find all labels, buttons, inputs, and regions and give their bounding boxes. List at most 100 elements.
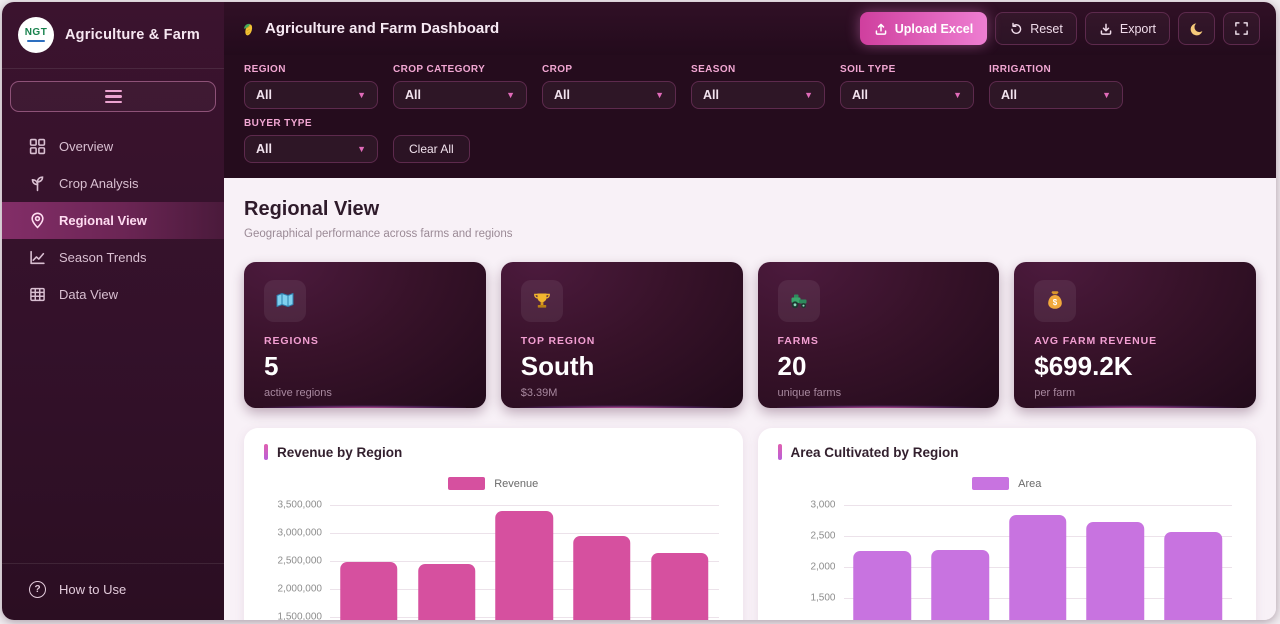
bar[interactable] <box>931 550 989 620</box>
bar[interactable] <box>496 511 554 620</box>
table-icon <box>29 286 46 303</box>
legend-label: Revenue <box>494 478 538 490</box>
chevron-down-icon: ▼ <box>655 90 664 100</box>
legend-swatch <box>972 477 1009 490</box>
crop-select[interactable]: All ▼ <box>542 81 676 109</box>
chevron-down-icon: ▼ <box>804 90 813 100</box>
sidebar-item-crop-analysis[interactable]: Crop Analysis <box>2 165 224 202</box>
bar[interactable] <box>1164 532 1222 620</box>
bar[interactable] <box>573 536 631 620</box>
buyer-type-select[interactable]: All ▼ <box>244 135 378 163</box>
stat-card-regions: REGIONS 5 active regions <box>244 262 486 408</box>
sidebar-item-label: Season Trends <box>59 250 146 265</box>
stat-label: TOP REGION <box>521 335 723 347</box>
chevron-down-icon: ▼ <box>953 90 962 100</box>
chevron-down-icon: ▼ <box>506 90 515 100</box>
bar[interactable] <box>340 562 398 620</box>
region-select[interactable]: All ▼ <box>244 81 378 109</box>
stat-card-avg-farm-revenue: $ AVG FARM REVENUE $699.2K per farm <box>1014 262 1256 408</box>
sidebar-item-regional-view[interactable]: Regional View <box>2 202 224 239</box>
filter-label: SOIL TYPE <box>840 64 974 75</box>
chevron-down-icon: ▼ <box>357 144 366 154</box>
stat-label: FARMS <box>778 335 980 347</box>
sidebar-item-label: Data View <box>59 287 118 302</box>
plant-icon <box>29 175 46 192</box>
bar-slot <box>641 505 719 620</box>
filter-bar: REGION All ▼ CROP CATEGORY All ▼ CROP <box>224 55 1276 178</box>
soil-type-select[interactable]: All ▼ <box>840 81 974 109</box>
dashboard-title-text: Agriculture and Farm Dashboard <box>265 20 499 37</box>
filter-buyer-type: BUYER TYPE All ▼ <box>244 118 378 163</box>
y-axis-tick-label: 1,500 <box>778 593 836 604</box>
bar[interactable] <box>1009 515 1067 620</box>
how-to-use-button[interactable]: ? How to Use <box>2 563 224 620</box>
stat-sub: active regions <box>264 387 466 399</box>
upload-excel-button[interactable]: Upload Excel <box>860 12 988 45</box>
main-column: Agriculture and Farm Dashboard Upload Ex… <box>224 2 1276 620</box>
sidebar-item-overview[interactable]: Overview <box>2 128 224 165</box>
money-bag-icon: $ <box>1044 290 1066 312</box>
revenue-by-region-chart: Revenue by Region Revenue 3,500,0003,000… <box>244 428 743 620</box>
question-icon: ? <box>29 581 46 598</box>
reset-button[interactable]: Reset <box>995 12 1077 45</box>
topbar-actions: Upload Excel Reset Export <box>860 12 1260 45</box>
filter-crop: CROP All ▼ <box>542 64 676 109</box>
y-axis-tick-label: 3,500,000 <box>264 500 322 511</box>
sidebar-item-season-trends[interactable]: Season Trends <box>2 239 224 276</box>
bar[interactable] <box>651 553 709 620</box>
svg-text:$: $ <box>1053 298 1058 307</box>
sidebar-nav: Overview Crop Analysis Regional View <box>2 118 224 313</box>
y-axis-tick-label: 2,000,000 <box>264 584 322 595</box>
sidebar-item-label: Crop Analysis <box>59 176 138 191</box>
stat-value: 5 <box>264 351 466 382</box>
bar[interactable] <box>418 564 476 620</box>
how-to-use-label: How to Use <box>59 582 126 597</box>
line-chart-icon <box>29 249 46 266</box>
y-axis-tick-label: 2,500,000 <box>264 556 322 567</box>
sidebar-collapse-button[interactable] <box>10 81 216 112</box>
theme-toggle-button[interactable] <box>1178 12 1215 45</box>
stat-card-farms: FARMS 20 unique farms <box>758 262 1000 408</box>
filter-soil-type: SOIL TYPE All ▼ <box>840 64 974 109</box>
sidebar-item-label: Regional View <box>59 213 147 228</box>
filter-region: REGION All ▼ <box>244 64 378 109</box>
season-select[interactable]: All ▼ <box>691 81 825 109</box>
y-axis-tick-label: 3,000,000 <box>264 528 322 539</box>
stat-value: $699.2K <box>1034 351 1236 382</box>
chart-legend[interactable]: Revenue <box>264 477 723 490</box>
bar-slot <box>1077 505 1155 620</box>
filter-label: CROP CATEGORY <box>393 64 527 75</box>
bar[interactable] <box>854 551 912 620</box>
bar-slot <box>408 505 486 620</box>
stat-sub: unique farms <box>778 387 980 399</box>
brand-header: NGT Agriculture & Farm <box>2 2 224 68</box>
area-cultivated-by-region-chart: Area Cultivated by Region Area 3,0002,50… <box>758 428 1257 620</box>
filter-label: CROP <box>542 64 676 75</box>
stat-icon-tile <box>521 280 563 322</box>
stat-label: REGIONS <box>264 335 466 347</box>
bar-slot <box>330 505 408 620</box>
chart-legend[interactable]: Area <box>778 477 1237 490</box>
trophy-icon <box>531 290 553 312</box>
chevron-down-icon: ▼ <box>357 90 366 100</box>
bar-group <box>330 505 719 620</box>
export-button[interactable]: Export <box>1085 12 1170 45</box>
clear-all-button[interactable]: Clear All <box>393 135 470 163</box>
select-value: All <box>256 88 272 102</box>
sidebar-item-data-view[interactable]: Data View <box>2 276 224 313</box>
fullscreen-button[interactable] <box>1223 12 1260 45</box>
bar-slot <box>1154 505 1232 620</box>
corn-icon <box>240 20 257 37</box>
hamburger-icon <box>105 90 122 103</box>
select-value: All <box>703 88 719 102</box>
reset-icon <box>1009 22 1023 36</box>
crop-category-select[interactable]: All ▼ <box>393 81 527 109</box>
y-axis-tick-label: 1,500,000 <box>264 612 322 621</box>
bar[interactable] <box>1087 522 1145 620</box>
select-value: All <box>554 88 570 102</box>
filter-label: IRRIGATION <box>989 64 1123 75</box>
irrigation-select[interactable]: All ▼ <box>989 81 1123 109</box>
content-area: Regional View Geographical performance a… <box>224 178 1276 620</box>
filter-season: SEASON All ▼ <box>691 64 825 109</box>
filter-crop-category: CROP CATEGORY All ▼ <box>393 64 527 109</box>
